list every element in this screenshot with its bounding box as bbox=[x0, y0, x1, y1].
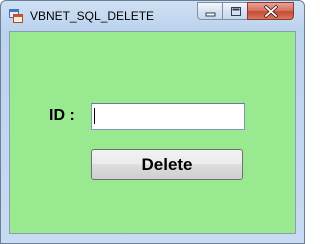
app-window: VBNET_SQL_DELETE ID : Delete bbox=[0, 0, 305, 244]
form-app-icon bbox=[9, 9, 23, 23]
delete-button[interactable]: Delete bbox=[91, 149, 243, 180]
id-input[interactable] bbox=[91, 103, 245, 130]
window-title: VBNET_SQL_DELETE bbox=[30, 9, 155, 23]
form-client-area: ID : Delete bbox=[9, 31, 296, 234]
close-button[interactable] bbox=[247, 2, 294, 20]
minimize-icon bbox=[205, 12, 216, 17]
id-label: ID : bbox=[49, 107, 75, 124]
maximize-button[interactable] bbox=[222, 2, 248, 20]
minimize-button[interactable] bbox=[197, 2, 223, 20]
close-icon bbox=[263, 4, 279, 19]
text-caret bbox=[94, 108, 95, 124]
maximize-icon bbox=[231, 7, 241, 16]
title-bar[interactable]: VBNET_SQL_DELETE bbox=[1, 1, 304, 31]
